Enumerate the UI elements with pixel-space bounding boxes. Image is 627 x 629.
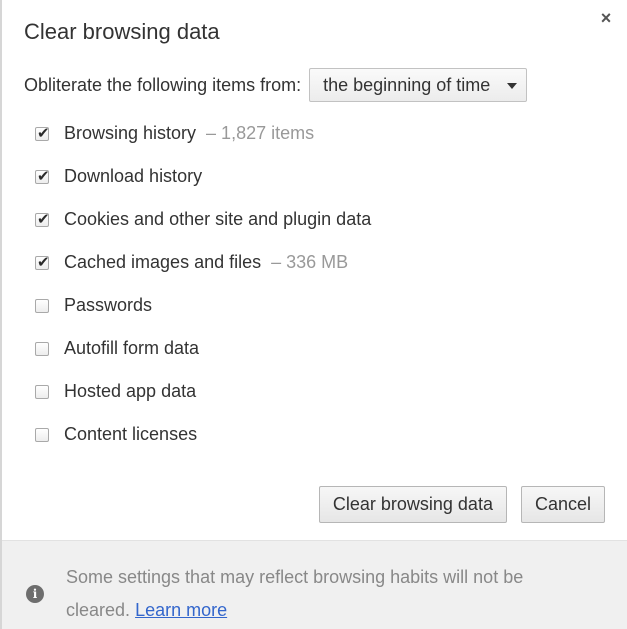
info-icon: i: [26, 585, 44, 603]
option-label: Passwords: [64, 295, 153, 315]
option-label: Cookies and other site and plugin data: [64, 209, 372, 229]
option-browsing-history[interactable]: ✔ Browsing history – 1,827 items: [35, 112, 371, 155]
cancel-button[interactable]: Cancel: [520, 486, 605, 523]
option-download-history[interactable]: ✔ Download history: [35, 155, 371, 198]
clear-browsing-data-button[interactable]: Clear browsing data: [318, 486, 507, 523]
dialog-buttons: Clear browsing data Cancel: [318, 486, 605, 523]
option-detail: – 1,827 items: [206, 123, 315, 143]
close-icon[interactable]: ×: [597, 8, 615, 28]
time-range-row: Obliterate the following items from: the…: [24, 67, 528, 103]
checkbox-content-licenses[interactable]: [35, 427, 49, 442]
checkbox-cookies[interactable]: ✔: [35, 209, 50, 228]
dialog-title: Clear browsing data: [24, 19, 220, 44]
learn-more-link[interactable]: Learn more: [135, 600, 227, 620]
dialog-footer: i Some settings that may reflect browsin…: [2, 540, 627, 629]
checkmark-icon: ✔: [37, 252, 50, 271]
chevron-down-icon: [507, 83, 518, 89]
checkbox-autofill[interactable]: [35, 341, 49, 356]
checkbox-cached-images[interactable]: ✔: [35, 252, 50, 271]
clear-browsing-data-dialog: Clear browsing data × Obliterate the fol…: [0, 0, 627, 629]
option-content-licenses[interactable]: Content licenses: [35, 413, 371, 456]
time-range-label: Obliterate the following items from:: [24, 74, 302, 95]
checkmark-icon: ✔: [37, 166, 50, 185]
checkmark-icon: ✔: [37, 123, 50, 142]
checkbox-browsing-history[interactable]: ✔: [35, 123, 50, 142]
option-cookies[interactable]: ✔ Cookies and other site and plugin data: [35, 198, 371, 241]
checkbox-download-history[interactable]: ✔: [35, 166, 50, 185]
footer-notice: Some settings that may reflect browsing …: [66, 561, 586, 627]
option-label: Download history: [64, 166, 203, 186]
option-hosted-app-data[interactable]: Hosted app data: [35, 370, 371, 413]
option-autofill[interactable]: Autofill form data: [35, 327, 371, 370]
option-label: Hosted app data: [64, 381, 197, 401]
option-label: Browsing history: [64, 123, 197, 143]
time-range-select[interactable]: the beginning of time: [309, 68, 528, 102]
option-detail: – 336 MB: [271, 252, 349, 272]
option-label: Autofill form data: [64, 338, 200, 358]
option-passwords[interactable]: Passwords: [35, 284, 371, 327]
option-label: Cached images and files: [64, 252, 262, 272]
checkbox-hosted-app-data[interactable]: [35, 384, 49, 399]
option-label: Content licenses: [64, 424, 198, 444]
option-cached-images[interactable]: ✔ Cached images and files – 336 MB: [35, 241, 371, 284]
checkbox-passwords[interactable]: [35, 298, 49, 313]
data-type-list: ✔ Browsing history – 1,827 items ✔ Downl…: [35, 112, 371, 456]
time-range-selected-value: the beginning of time: [323, 74, 491, 95]
checkmark-icon: ✔: [37, 209, 50, 228]
